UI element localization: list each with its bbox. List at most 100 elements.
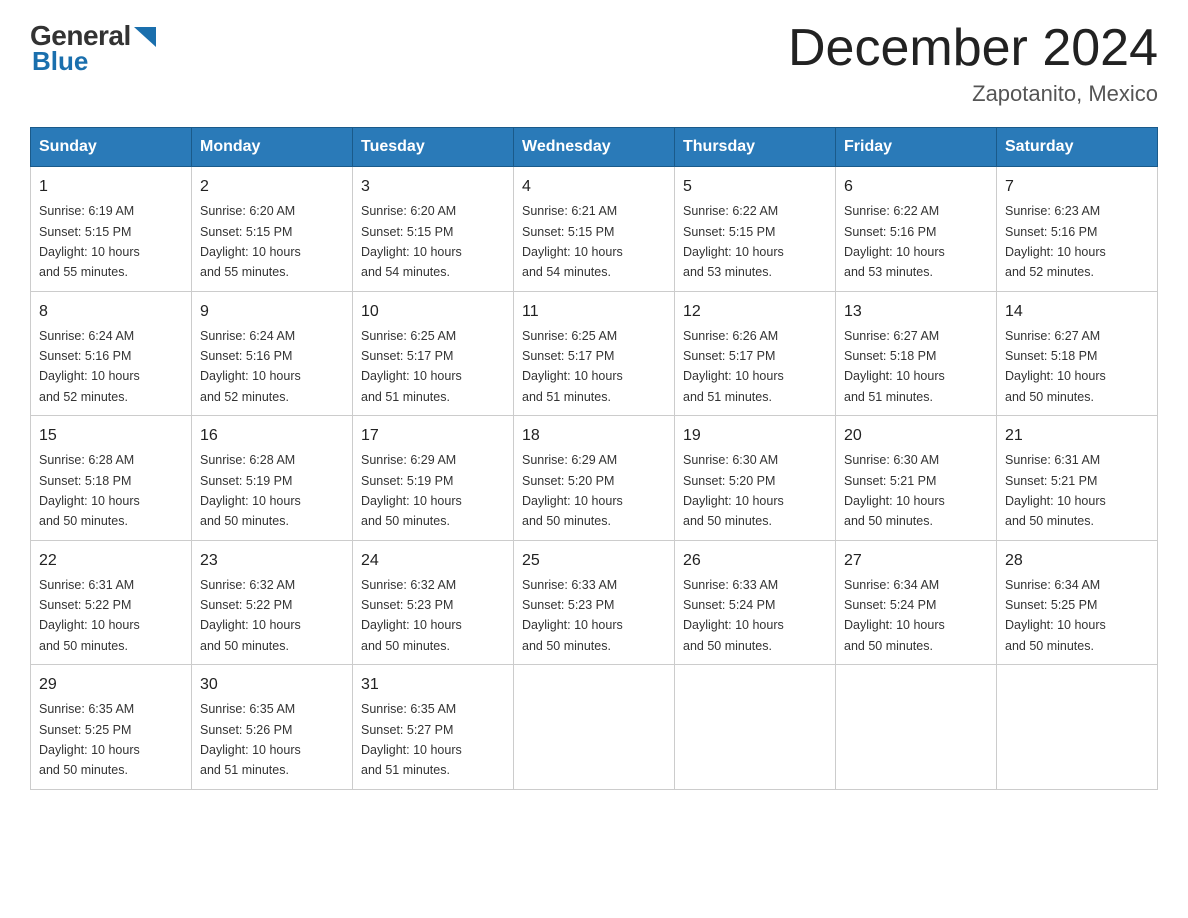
day-number: 23 (200, 549, 344, 573)
calendar-cell: 8 Sunrise: 6:24 AMSunset: 5:16 PMDayligh… (31, 291, 192, 416)
calendar-cell: 11 Sunrise: 6:25 AMSunset: 5:17 PMDaylig… (514, 291, 675, 416)
day-number: 25 (522, 549, 666, 573)
calendar-cell: 7 Sunrise: 6:23 AMSunset: 5:16 PMDayligh… (997, 167, 1158, 292)
header-tuesday: Tuesday (353, 128, 514, 167)
day-info: Sunrise: 6:26 AMSunset: 5:17 PMDaylight:… (683, 329, 784, 404)
day-info: Sunrise: 6:24 AMSunset: 5:16 PMDaylight:… (200, 329, 301, 404)
day-number: 8 (39, 300, 183, 324)
calendar-cell: 23 Sunrise: 6:32 AMSunset: 5:22 PMDaylig… (192, 540, 353, 665)
day-info: Sunrise: 6:28 AMSunset: 5:19 PMDaylight:… (200, 453, 301, 528)
calendar-cell: 16 Sunrise: 6:28 AMSunset: 5:19 PMDaylig… (192, 416, 353, 541)
calendar-cell: 21 Sunrise: 6:31 AMSunset: 5:21 PMDaylig… (997, 416, 1158, 541)
day-number: 29 (39, 673, 183, 697)
calendar-cell: 4 Sunrise: 6:21 AMSunset: 5:15 PMDayligh… (514, 167, 675, 292)
calendar-cell: 9 Sunrise: 6:24 AMSunset: 5:16 PMDayligh… (192, 291, 353, 416)
day-number: 16 (200, 424, 344, 448)
day-info: Sunrise: 6:35 AMSunset: 5:27 PMDaylight:… (361, 702, 462, 777)
day-info: Sunrise: 6:34 AMSunset: 5:25 PMDaylight:… (1005, 578, 1106, 653)
calendar-cell: 19 Sunrise: 6:30 AMSunset: 5:20 PMDaylig… (675, 416, 836, 541)
day-number: 13 (844, 300, 988, 324)
week-row-2: 8 Sunrise: 6:24 AMSunset: 5:16 PMDayligh… (31, 291, 1158, 416)
day-info: Sunrise: 6:27 AMSunset: 5:18 PMDaylight:… (1005, 329, 1106, 404)
day-info: Sunrise: 6:19 AMSunset: 5:15 PMDaylight:… (39, 204, 140, 279)
calendar-cell: 22 Sunrise: 6:31 AMSunset: 5:22 PMDaylig… (31, 540, 192, 665)
day-info: Sunrise: 6:21 AMSunset: 5:15 PMDaylight:… (522, 204, 623, 279)
week-row-3: 15 Sunrise: 6:28 AMSunset: 5:18 PMDaylig… (31, 416, 1158, 541)
day-number: 17 (361, 424, 505, 448)
calendar-cell: 6 Sunrise: 6:22 AMSunset: 5:16 PMDayligh… (836, 167, 997, 292)
day-info: Sunrise: 6:35 AMSunset: 5:26 PMDaylight:… (200, 702, 301, 777)
calendar-cell: 14 Sunrise: 6:27 AMSunset: 5:18 PMDaylig… (997, 291, 1158, 416)
day-number: 18 (522, 424, 666, 448)
day-number: 2 (200, 175, 344, 199)
day-info: Sunrise: 6:28 AMSunset: 5:18 PMDaylight:… (39, 453, 140, 528)
day-number: 31 (361, 673, 505, 697)
day-info: Sunrise: 6:29 AMSunset: 5:20 PMDaylight:… (522, 453, 623, 528)
day-info: Sunrise: 6:25 AMSunset: 5:17 PMDaylight:… (522, 329, 623, 404)
day-number: 4 (522, 175, 666, 199)
logo-arrow-icon (134, 27, 156, 47)
title-block: December 2024 Zapotanito, Mexico (788, 20, 1158, 107)
calendar-cell: 18 Sunrise: 6:29 AMSunset: 5:20 PMDaylig… (514, 416, 675, 541)
calendar-cell: 15 Sunrise: 6:28 AMSunset: 5:18 PMDaylig… (31, 416, 192, 541)
day-info: Sunrise: 6:31 AMSunset: 5:21 PMDaylight:… (1005, 453, 1106, 528)
day-number: 6 (844, 175, 988, 199)
day-number: 28 (1005, 549, 1149, 573)
day-info: Sunrise: 6:22 AMSunset: 5:15 PMDaylight:… (683, 204, 784, 279)
calendar-cell (997, 665, 1158, 790)
day-info: Sunrise: 6:30 AMSunset: 5:20 PMDaylight:… (683, 453, 784, 528)
day-info: Sunrise: 6:34 AMSunset: 5:24 PMDaylight:… (844, 578, 945, 653)
calendar-cell: 3 Sunrise: 6:20 AMSunset: 5:15 PMDayligh… (353, 167, 514, 292)
calendar-cell: 10 Sunrise: 6:25 AMSunset: 5:17 PMDaylig… (353, 291, 514, 416)
day-info: Sunrise: 6:35 AMSunset: 5:25 PMDaylight:… (39, 702, 140, 777)
page-header: General Blue December 2024 Zapotanito, M… (30, 20, 1158, 107)
header-sunday: Sunday (31, 128, 192, 167)
logo: General Blue (30, 20, 156, 77)
day-number: 22 (39, 549, 183, 573)
logo-blue-text: Blue (32, 46, 88, 76)
calendar-cell: 30 Sunrise: 6:35 AMSunset: 5:26 PMDaylig… (192, 665, 353, 790)
week-row-1: 1 Sunrise: 6:19 AMSunset: 5:15 PMDayligh… (31, 167, 1158, 292)
calendar-cell: 2 Sunrise: 6:20 AMSunset: 5:15 PMDayligh… (192, 167, 353, 292)
day-info: Sunrise: 6:27 AMSunset: 5:18 PMDaylight:… (844, 329, 945, 404)
day-number: 19 (683, 424, 827, 448)
calendar-cell: 20 Sunrise: 6:30 AMSunset: 5:21 PMDaylig… (836, 416, 997, 541)
day-number: 27 (844, 549, 988, 573)
day-number: 7 (1005, 175, 1149, 199)
header-thursday: Thursday (675, 128, 836, 167)
calendar-cell: 17 Sunrise: 6:29 AMSunset: 5:19 PMDaylig… (353, 416, 514, 541)
calendar-cell: 29 Sunrise: 6:35 AMSunset: 5:25 PMDaylig… (31, 665, 192, 790)
day-number: 30 (200, 673, 344, 697)
day-info: Sunrise: 6:20 AMSunset: 5:15 PMDaylight:… (200, 204, 301, 279)
calendar-cell: 27 Sunrise: 6:34 AMSunset: 5:24 PMDaylig… (836, 540, 997, 665)
calendar-title: December 2024 (788, 20, 1158, 77)
calendar-cell (836, 665, 997, 790)
header-wednesday: Wednesday (514, 128, 675, 167)
day-number: 26 (683, 549, 827, 573)
day-info: Sunrise: 6:24 AMSunset: 5:16 PMDaylight:… (39, 329, 140, 404)
day-info: Sunrise: 6:30 AMSunset: 5:21 PMDaylight:… (844, 453, 945, 528)
week-row-5: 29 Sunrise: 6:35 AMSunset: 5:25 PMDaylig… (31, 665, 1158, 790)
day-number: 10 (361, 300, 505, 324)
weekday-header-row: Sunday Monday Tuesday Wednesday Thursday… (31, 128, 1158, 167)
day-number: 11 (522, 300, 666, 324)
day-info: Sunrise: 6:23 AMSunset: 5:16 PMDaylight:… (1005, 204, 1106, 279)
day-info: Sunrise: 6:20 AMSunset: 5:15 PMDaylight:… (361, 204, 462, 279)
day-number: 9 (200, 300, 344, 324)
day-info: Sunrise: 6:25 AMSunset: 5:17 PMDaylight:… (361, 329, 462, 404)
day-number: 24 (361, 549, 505, 573)
calendar-cell: 13 Sunrise: 6:27 AMSunset: 5:18 PMDaylig… (836, 291, 997, 416)
calendar-cell: 28 Sunrise: 6:34 AMSunset: 5:25 PMDaylig… (997, 540, 1158, 665)
day-number: 12 (683, 300, 827, 324)
day-number: 1 (39, 175, 183, 199)
day-info: Sunrise: 6:22 AMSunset: 5:16 PMDaylight:… (844, 204, 945, 279)
day-number: 15 (39, 424, 183, 448)
header-saturday: Saturday (997, 128, 1158, 167)
day-number: 5 (683, 175, 827, 199)
calendar-cell: 26 Sunrise: 6:33 AMSunset: 5:24 PMDaylig… (675, 540, 836, 665)
calendar-table: Sunday Monday Tuesday Wednesday Thursday… (30, 127, 1158, 790)
calendar-cell: 24 Sunrise: 6:32 AMSunset: 5:23 PMDaylig… (353, 540, 514, 665)
calendar-cell: 1 Sunrise: 6:19 AMSunset: 5:15 PMDayligh… (31, 167, 192, 292)
day-info: Sunrise: 6:33 AMSunset: 5:24 PMDaylight:… (683, 578, 784, 653)
day-info: Sunrise: 6:29 AMSunset: 5:19 PMDaylight:… (361, 453, 462, 528)
